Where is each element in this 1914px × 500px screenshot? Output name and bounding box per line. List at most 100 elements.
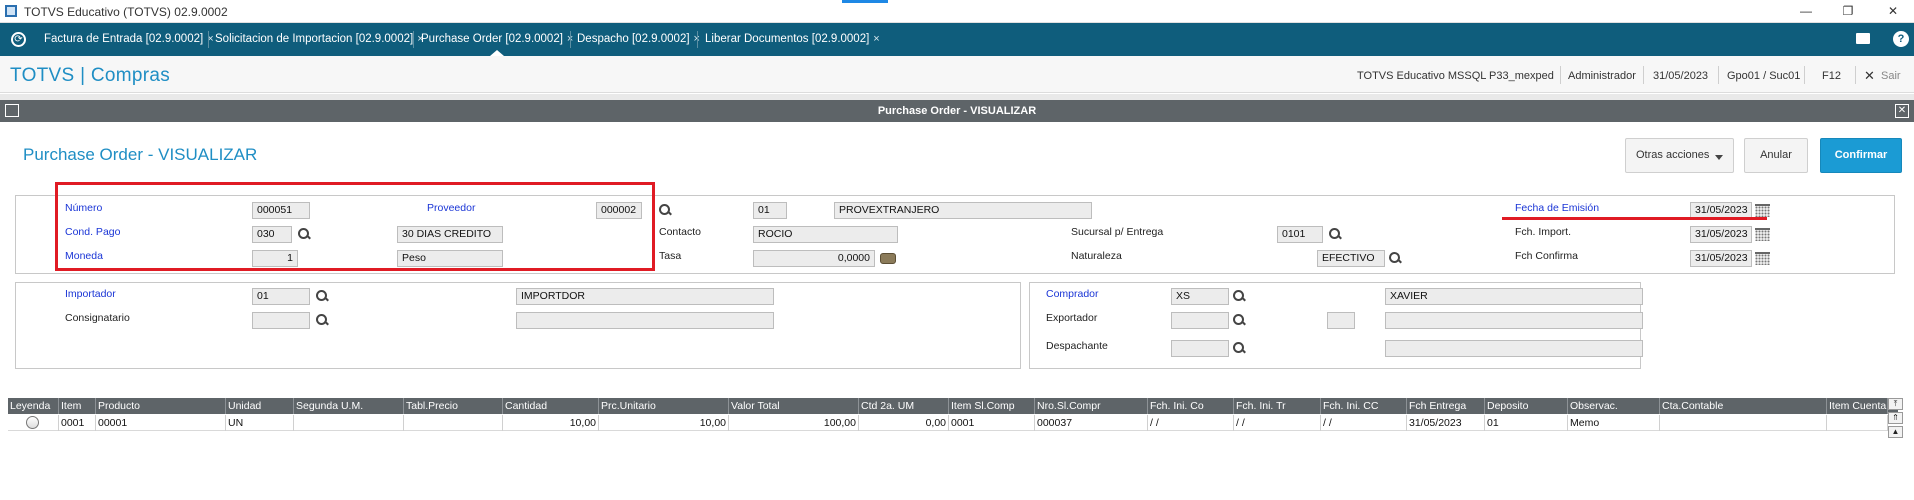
calendar-icon[interactable] <box>1755 228 1770 241</box>
sucursal-entrega-field[interactable]: 0101 <box>1277 226 1323 243</box>
consignatario-search-icon[interactable] <box>316 314 328 326</box>
scroll-up-icon[interactable]: ⇑ <box>1888 412 1903 424</box>
table-cell[interactable]: / / <box>1321 415 1407 431</box>
scroll-down-icon[interactable]: ▲ <box>1888 426 1903 438</box>
consignatario-code-field[interactable] <box>252 312 310 329</box>
date-label[interactable]: 31/05/2023 <box>1653 70 1708 82</box>
table-cell[interactable]: 00001 <box>96 415 226 431</box>
column-header[interactable]: Tabl.Precio <box>404 398 503 414</box>
table-cell[interactable]: 10,00 <box>599 415 729 431</box>
column-header[interactable]: Segunda U.M. <box>294 398 404 414</box>
table-cell[interactable]: Memo <box>1568 415 1660 431</box>
tab-purchase-order[interactable]: Purchase Order [02.9.0002]× <box>421 23 573 56</box>
column-header[interactable]: Cta.Contable <box>1660 398 1827 414</box>
status-radio-icon[interactable] <box>26 416 39 429</box>
consignatario-name-field[interactable] <box>516 312 774 329</box>
column-header[interactable]: Unidad <box>226 398 294 414</box>
sucursal-search-icon[interactable] <box>1329 228 1341 240</box>
confirm-button[interactable]: Confirmar <box>1820 138 1902 173</box>
exportador-name-field[interactable] <box>1385 312 1643 329</box>
column-header[interactable]: Item Cuenta <box>1827 398 1888 414</box>
minimize-button[interactable]: — <box>1791 2 1821 20</box>
table-cell[interactable]: 000037 <box>1035 415 1148 431</box>
importador-name-field[interactable]: IMPORTDOR <box>516 288 774 305</box>
table-cell[interactable]: 01 <box>1485 415 1568 431</box>
column-header[interactable]: Leyenda <box>8 398 59 414</box>
tab-solicitacion-de-importacion[interactable]: Solicitacion de Importacion [02.9.0002] × <box>215 23 424 56</box>
dialog-close-icon[interactable]: ✕ <box>1895 104 1909 118</box>
column-header[interactable]: Item Sl.Comp <box>949 398 1035 414</box>
table-cell[interactable]: 0,00 <box>859 415 949 431</box>
scroll-top-icon[interactable]: ⤒ <box>1888 398 1903 410</box>
calculator-icon[interactable] <box>880 253 896 264</box>
fch-import-field[interactable]: 31/05/2023 <box>1690 226 1752 243</box>
table-cell[interactable]: / / <box>1148 415 1234 431</box>
table-cell[interactable] <box>1827 415 1888 431</box>
exportador-search-icon[interactable] <box>1233 314 1245 326</box>
tab-despacho[interactable]: Despacho [02.9.0002]× <box>577 23 700 56</box>
table-cell[interactable] <box>1660 415 1827 431</box>
header-divider <box>1718 66 1719 84</box>
cancel-button[interactable]: Anular <box>1744 138 1808 173</box>
importador-search-icon[interactable] <box>316 290 328 302</box>
help-icon[interactable]: ? <box>1893 31 1909 47</box>
table-cell[interactable]: / / <box>1234 415 1321 431</box>
despachante-code-field[interactable] <box>1171 340 1229 357</box>
exportador-store-field[interactable] <box>1327 312 1355 329</box>
user-label[interactable]: Administrador <box>1568 70 1636 82</box>
other-actions-button[interactable]: Otras acciones <box>1625 138 1734 173</box>
column-header[interactable]: Fch Entrega <box>1407 398 1485 414</box>
table-cell[interactable]: 31/05/2023 <box>1407 415 1485 431</box>
table-cell[interactable] <box>294 415 404 431</box>
column-header[interactable]: Fch. Ini. Co <box>1148 398 1234 414</box>
column-header[interactable]: Item <box>59 398 96 414</box>
column-header[interactable]: Nro.Sl.Compr <box>1035 398 1148 414</box>
exportador-code-field[interactable] <box>1171 312 1229 329</box>
table-cell[interactable]: 0001 <box>59 415 96 431</box>
home-icon[interactable]: ⟳ <box>11 32 26 47</box>
calendar-icon[interactable] <box>1755 252 1770 265</box>
column-header[interactable]: Fch. Ini. Tr <box>1234 398 1321 414</box>
column-header[interactable]: Observac. <box>1568 398 1660 414</box>
grid-scrollbar[interactable]: ⤒ ⇑ ▲ <box>1888 398 1904 438</box>
column-header[interactable]: Deposito <box>1485 398 1568 414</box>
column-header[interactable]: Producto <box>96 398 226 414</box>
importador-code-field[interactable]: 01 <box>252 288 310 305</box>
despachante-search-icon[interactable] <box>1233 342 1245 354</box>
tab-liberar-documentos[interactable]: Liberar Documentos [02.9.0002] × <box>705 23 880 56</box>
column-header[interactable]: Prc.Unitario <box>599 398 729 414</box>
proveedor-search-icon[interactable] <box>659 204 671 216</box>
column-header[interactable]: Fch. Ini. CC <box>1321 398 1407 414</box>
comprador-search-icon[interactable] <box>1233 290 1245 302</box>
mail-icon[interactable] <box>1856 33 1870 44</box>
exit-icon[interactable]: ✕ <box>1864 68 1875 84</box>
table-cell[interactable]: UN <box>226 415 294 431</box>
table-cell[interactable]: 10,00 <box>503 415 599 431</box>
comprador-name-field[interactable]: XAVIER <box>1385 288 1643 305</box>
restore-button[interactable]: ❐ <box>1833 2 1863 20</box>
branch-label[interactable]: Gpo01 / Suc01 <box>1727 70 1800 82</box>
column-header[interactable]: Valor Total <box>729 398 859 414</box>
naturaleza-field[interactable]: EFECTIVO <box>1317 250 1385 267</box>
table-cell[interactable]: 100,00 <box>729 415 859 431</box>
despachante-name-field[interactable] <box>1385 340 1643 357</box>
table-row[interactable]: 0001 00001 UN 10,00 10,00 100,00 0,00 00… <box>8 415 1898 431</box>
calendar-icon[interactable] <box>1755 204 1770 217</box>
contacto-field[interactable]: ROCIO <box>753 226 898 243</box>
comprador-code-field[interactable]: XS <box>1171 288 1229 305</box>
exit-button[interactable]: Sair <box>1881 70 1901 82</box>
fch-confirma-field[interactable]: 31/05/2023 <box>1690 250 1752 267</box>
shortcut-label[interactable]: F12 <box>1822 70 1841 82</box>
table-cell[interactable] <box>404 415 503 431</box>
close-window-button[interactable]: ✕ <box>1878 2 1908 20</box>
tasa-field[interactable]: 0,0000 <box>753 250 875 267</box>
column-header[interactable]: Cantidad <box>503 398 599 414</box>
column-header[interactable]: Ctd 2a. UM <box>859 398 949 414</box>
naturaleza-search-icon[interactable] <box>1389 252 1401 264</box>
proveedor-name-field[interactable]: PROVEXTRANJERO <box>834 202 1092 219</box>
grid-header: Leyenda Item Producto Unidad Segunda U.M… <box>8 398 1898 414</box>
tab-factura-de-entrada[interactable]: Factura de Entrada [02.9.0002] × <box>44 23 214 56</box>
proveedor-store-field[interactable]: 01 <box>753 202 787 219</box>
tab-close-icon[interactable]: × <box>873 33 879 45</box>
table-cell[interactable]: 0001 <box>949 415 1035 431</box>
